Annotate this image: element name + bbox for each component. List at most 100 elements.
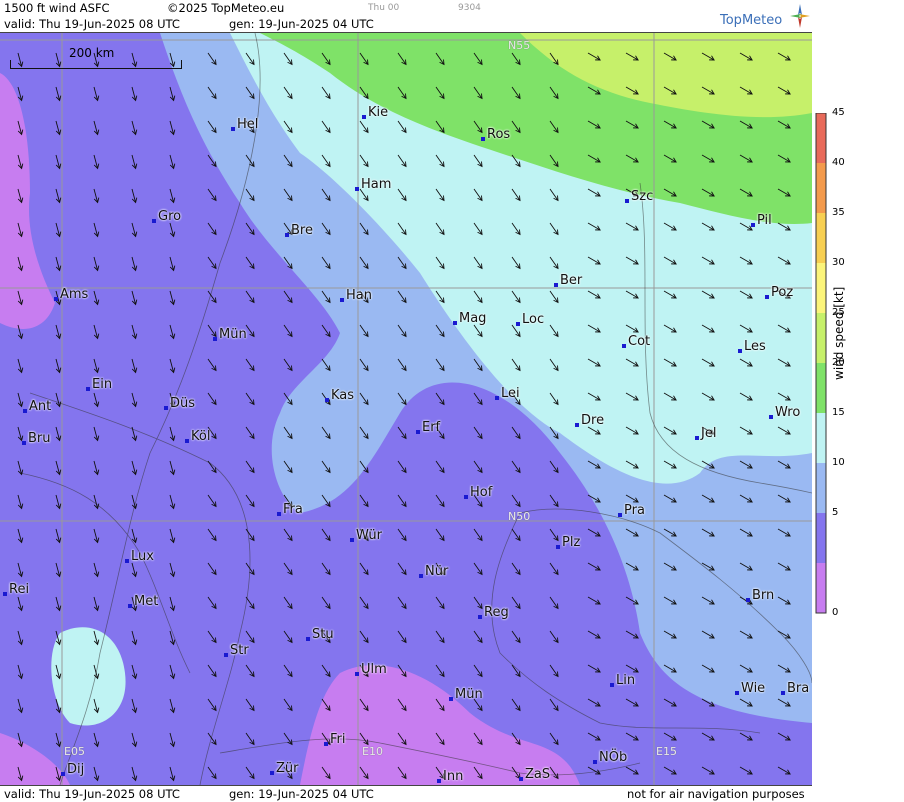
city-label: Ant (29, 399, 52, 414)
legend-tick: 40 (832, 157, 845, 168)
scale-bar-label: 200 km (69, 46, 115, 60)
city-label: Mag (459, 311, 487, 326)
city-marker (416, 430, 420, 434)
color-legend: 45 40 35 30 25 20 15 10 5 0 (812, 33, 904, 785)
city-marker (437, 779, 441, 783)
city-marker (125, 559, 129, 563)
city-marker (453, 321, 457, 325)
city-marker (86, 387, 90, 391)
city-label: Mün (455, 687, 483, 702)
city-label: Ber (560, 273, 583, 288)
legend-tick: 15 (832, 407, 845, 418)
city-marker (164, 406, 168, 410)
city-label: Lei (501, 386, 520, 401)
city-label: Fra (283, 502, 303, 517)
city-marker (554, 283, 558, 287)
city-marker (516, 322, 520, 326)
city-marker (735, 691, 739, 695)
valid-time: valid: Thu 19-Jun-2025 08 UTC (4, 17, 180, 31)
run-code: 9304 (458, 3, 481, 13)
city-label: Lux (131, 549, 154, 564)
validity-bar: valid: Thu 19-Jun-2025 08 UTC gen: 19-Ju… (0, 16, 812, 33)
city-marker (478, 615, 482, 619)
copyright: ©2025 TopMeteo.eu (167, 1, 285, 15)
disclaimer: not for air navigation purposes (627, 787, 805, 801)
legend-swatch (816, 263, 826, 313)
city-label: Cot (628, 334, 651, 349)
product-title: 1500 ft wind ASFC (4, 1, 110, 15)
city-marker (464, 495, 468, 499)
city-label: Inn (443, 769, 464, 784)
legend-swatch (816, 163, 826, 213)
city-label: Bra (787, 681, 810, 696)
city-marker (231, 127, 235, 131)
city-label: Bru (28, 431, 51, 446)
city-label: Wür (356, 528, 382, 543)
city-marker (610, 683, 614, 687)
city-label: Han (346, 288, 372, 303)
city-label: Fri (330, 732, 346, 747)
city-marker (622, 344, 626, 348)
legend-swatch (816, 563, 826, 613)
brand-name: TopMeteo (720, 13, 783, 28)
city-marker (355, 187, 359, 191)
city-label: Hel (237, 117, 259, 132)
city-marker (618, 513, 622, 517)
legend-tick: 35 (832, 207, 845, 218)
city-label: Reg (484, 605, 509, 620)
city-label: Brn (752, 588, 775, 603)
city-label: Ams (60, 287, 89, 302)
city-label: Hof (470, 485, 493, 500)
city-marker (324, 742, 328, 746)
legend-tick: 30 (832, 257, 845, 268)
grid-label-n55: N55 (508, 39, 531, 52)
city-label: Mün (219, 327, 247, 342)
legend-swatch (816, 363, 826, 413)
legend-swatch (816, 463, 826, 513)
city-label: Erf (422, 420, 441, 435)
city-marker (738, 349, 742, 353)
header-bar: 1500 ft wind ASFC ©2025 TopMeteo.eu Thu … (0, 0, 812, 16)
legend-tick: 45 (832, 107, 845, 118)
city-label: Dre (581, 413, 605, 428)
city-label: Bre (291, 223, 313, 238)
city-marker (625, 199, 629, 203)
footer-valid: valid: Thu 19-Jun-2025 08 UTC (4, 787, 180, 801)
city-marker (22, 441, 26, 445)
wind-map[interactable]: 200 km N55 N50 E05 E10 E15 Hel Kie Ros Ham S… (0, 33, 813, 785)
legend-tick: 0 (832, 607, 839, 618)
city-marker (362, 115, 366, 119)
grid-label-e15: E15 (656, 745, 677, 758)
city-marker (213, 337, 217, 341)
legend-swatch (816, 213, 826, 263)
topmeteo-logo: TopMeteo (720, 4, 812, 32)
city-label: Str (230, 643, 249, 658)
footer-generated: gen: 19-Jun-2025 04 UTC (229, 787, 374, 801)
city-marker (575, 423, 579, 427)
city-label: ZaS (525, 767, 551, 782)
city-marker (746, 598, 750, 602)
city-label: Dij (67, 762, 85, 777)
city-marker (306, 637, 310, 641)
city-marker (350, 538, 354, 542)
city-marker (695, 436, 699, 440)
city-label: Düs (170, 396, 196, 411)
city-label: Stu (312, 627, 334, 642)
city-label: Les (744, 339, 766, 354)
city-marker (751, 223, 755, 227)
city-label: NÖb (599, 750, 628, 765)
city-label: Ros (487, 127, 511, 142)
city-marker (765, 295, 769, 299)
city-marker (556, 545, 560, 549)
city-marker (54, 297, 58, 301)
city-label: Met (134, 594, 159, 609)
city-marker (61, 772, 65, 776)
city-label: Wro (775, 405, 801, 420)
legend-swatch (816, 413, 826, 463)
city-label: Ulm (361, 662, 387, 677)
city-marker (495, 396, 499, 400)
city-label: Gro (158, 209, 182, 224)
city-marker (23, 409, 27, 413)
city-label: Plz (562, 535, 581, 550)
city-label: Kie (368, 105, 389, 120)
